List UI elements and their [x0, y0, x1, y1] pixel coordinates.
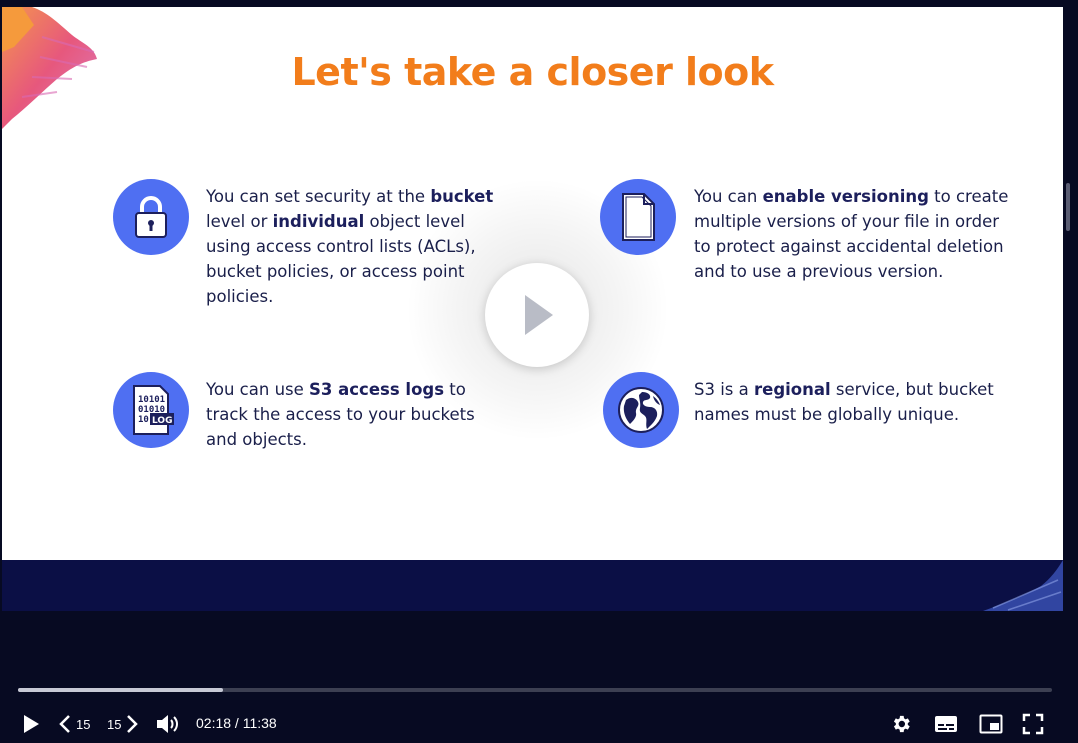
player-controls: 15 15 02:18 / 11:38 [0, 611, 1078, 743]
skip-back-button[interactable]: 15 [58, 713, 90, 735]
next-slide-preview [2, 560, 1063, 611]
captions-button[interactable] [934, 712, 960, 736]
bold-text: individual [272, 212, 365, 231]
volume-icon [157, 715, 178, 733]
bold-text: regional [754, 380, 831, 399]
log-icon-bits-3: 10 [138, 415, 149, 425]
progress-bar[interactable] [18, 688, 1052, 692]
bold-text: S3 access logs [309, 380, 445, 399]
skip-forward-label: 15 [107, 716, 122, 732]
lock-icon [113, 179, 189, 255]
captions-icon [935, 716, 957, 732]
progress-fill [18, 688, 223, 692]
chevron-left-icon [59, 715, 70, 733]
bold-text: bucket [430, 187, 494, 206]
scrollbar-thumb[interactable] [1066, 183, 1070, 231]
feature-versioning-text: You can enable versioning to create mult… [694, 184, 1009, 284]
play-icon [24, 715, 39, 733]
fullscreen-button[interactable] [1022, 712, 1046, 736]
volume-button[interactable] [155, 712, 179, 736]
document-icon [600, 179, 676, 255]
skip-forward-button[interactable]: 15 [107, 713, 139, 735]
globe-icon [603, 372, 679, 448]
brush-stroke-decoration [983, 560, 1063, 611]
feature-access-logs-text: You can use S3 access logs to track the … [206, 377, 496, 452]
chevron-right-icon [127, 715, 139, 733]
log-icon-bits-1: 10101 [138, 395, 165, 405]
text-segment: You can [694, 187, 763, 206]
gear-icon [893, 715, 910, 733]
text-segment: You can use [206, 380, 310, 399]
play-overlay-button[interactable] [485, 263, 589, 367]
text-segment: You can set security at the [206, 187, 431, 206]
play-icon [525, 295, 553, 335]
video-player[interactable]: Let's take a closer look You can set sec… [0, 0, 1078, 743]
bold-text: enable versioning [762, 187, 929, 206]
play-button[interactable] [22, 713, 44, 735]
settings-button[interactable] [890, 712, 914, 736]
time-display: 02:18 / 11:38 [196, 715, 277, 731]
slide: Let's take a closer look You can set sec… [2, 7, 1063, 560]
picture-in-picture-icon [979, 714, 1003, 734]
text-segment: S3 is a [694, 380, 754, 399]
slide-title: Let's take a closer look [291, 50, 774, 94]
feature-regional-text: S3 is a regional service, but bucket nam… [694, 377, 1009, 427]
skip-back-label: 15 [76, 716, 91, 732]
log-icon-label: LOG [152, 416, 172, 426]
feature-security-text: You can set security at the bucket level… [206, 184, 496, 309]
text-segment: level or [206, 212, 273, 231]
fullscreen-icon [1022, 713, 1044, 735]
picture-in-picture-button[interactable] [979, 712, 1005, 736]
log-file-icon: 10101 01010 10 LOG [113, 372, 189, 448]
